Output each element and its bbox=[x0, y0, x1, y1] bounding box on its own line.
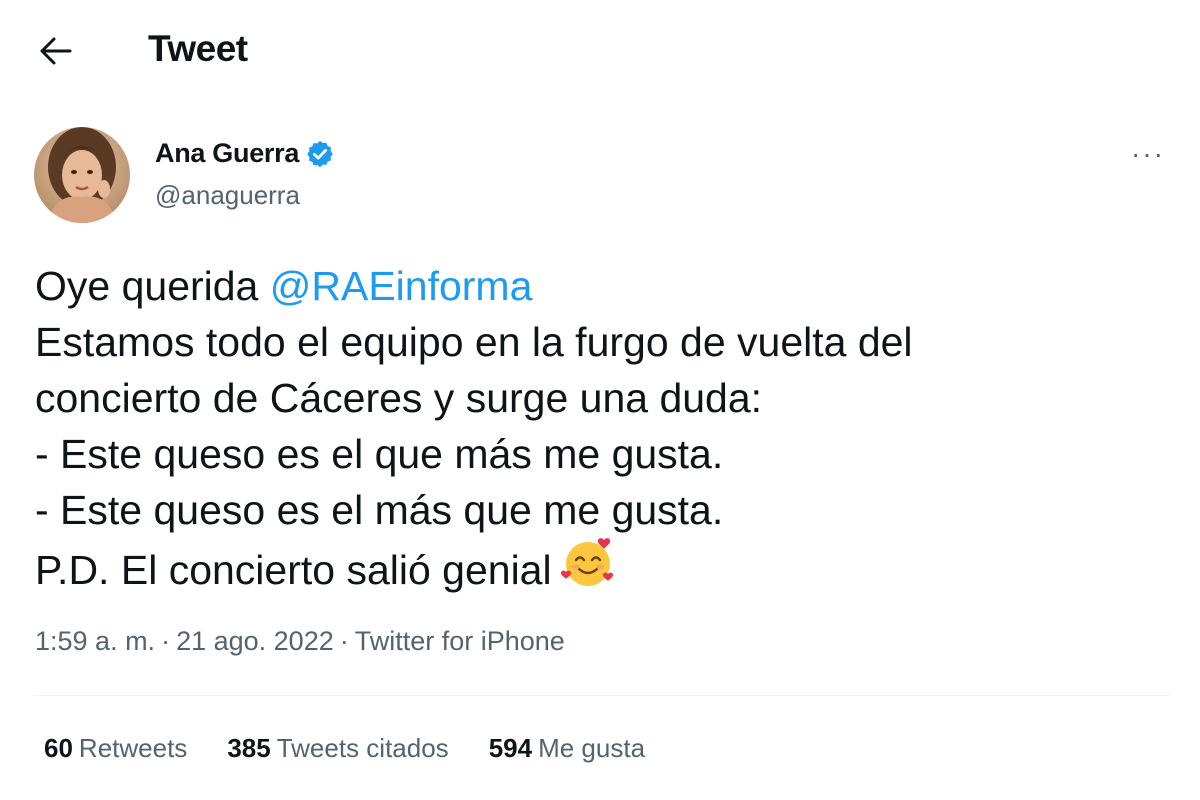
tweet-line-5: - Este queso es el más que me gusta. bbox=[35, 487, 724, 533]
divider bbox=[34, 695, 1170, 696]
tweet-line-2: Estamos todo el equipo en la furgo de vu… bbox=[35, 319, 913, 365]
tweet-text: Oye querida @RAEinforma Estamos todo el … bbox=[35, 258, 1145, 608]
tweet-line-4: - Este queso es el que más me gusta. bbox=[35, 431, 724, 477]
arrow-left-icon bbox=[40, 37, 72, 65]
author-name-row: Ana Guerra bbox=[155, 138, 335, 169]
likes-label: Me gusta bbox=[538, 733, 646, 763]
retweets-label: Retweets bbox=[78, 733, 188, 763]
author-handle[interactable]: @anaguerra bbox=[155, 180, 300, 211]
retweets-count: 60 bbox=[44, 733, 73, 763]
tweet-date[interactable]: 21 ago. 2022 bbox=[176, 626, 334, 656]
tweet-page: Tweet Ana Guerra @anaguerra ··· Oye quer… bbox=[0, 0, 1200, 800]
tweet-meta: 1:59 a. m. · 21 ago. 2022 · Twitter for iPho… bbox=[35, 626, 565, 657]
more-options-button[interactable]: ··· bbox=[1128, 136, 1168, 172]
ellipsis-icon: ··· bbox=[1131, 138, 1165, 169]
quotes-stat[interactable]: 385 Tweets citados bbox=[227, 733, 448, 764]
page-header: Tweet bbox=[0, 0, 1200, 100]
tweet-line-1-text: Oye querida bbox=[35, 263, 270, 309]
author-name[interactable]: Ana Guerra bbox=[155, 138, 299, 169]
smiling-face-with-hearts-icon bbox=[560, 534, 616, 604]
retweets-stat[interactable]: 60 Retweets bbox=[44, 733, 187, 764]
verified-badge-icon bbox=[307, 140, 333, 167]
tweet-stats: 60 Retweets 385 Tweets citados 594 Me gusta bbox=[44, 733, 645, 764]
quotes-count: 385 bbox=[227, 733, 271, 763]
quotes-label: Tweets citados bbox=[276, 733, 449, 763]
avatar[interactable] bbox=[34, 127, 130, 223]
meta-separator: · bbox=[339, 626, 349, 656]
likes-count: 594 bbox=[488, 733, 533, 763]
tweet-line-1: Oye querida @RAEinforma bbox=[35, 258, 1145, 314]
likes-stat[interactable]: 594 Me gusta bbox=[489, 733, 645, 764]
page-title: Tweet bbox=[148, 28, 248, 69]
tweet-line-3: concierto de Cáceres y surge una duda: bbox=[35, 375, 763, 421]
tweet-line-6-text: P.D. El concierto salió genial bbox=[35, 546, 552, 593]
tweet-source[interactable]: Twitter for iPhone bbox=[355, 626, 565, 656]
tweet-line-6: P.D. El concierto salió genial bbox=[35, 538, 1145, 608]
mention-link[interactable]: @RAEinforma bbox=[270, 263, 533, 309]
avatar-image bbox=[34, 127, 130, 223]
meta-separator: · bbox=[161, 626, 171, 656]
back-button[interactable] bbox=[30, 28, 80, 74]
tweet-time[interactable]: 1:59 a. m. bbox=[35, 626, 155, 656]
